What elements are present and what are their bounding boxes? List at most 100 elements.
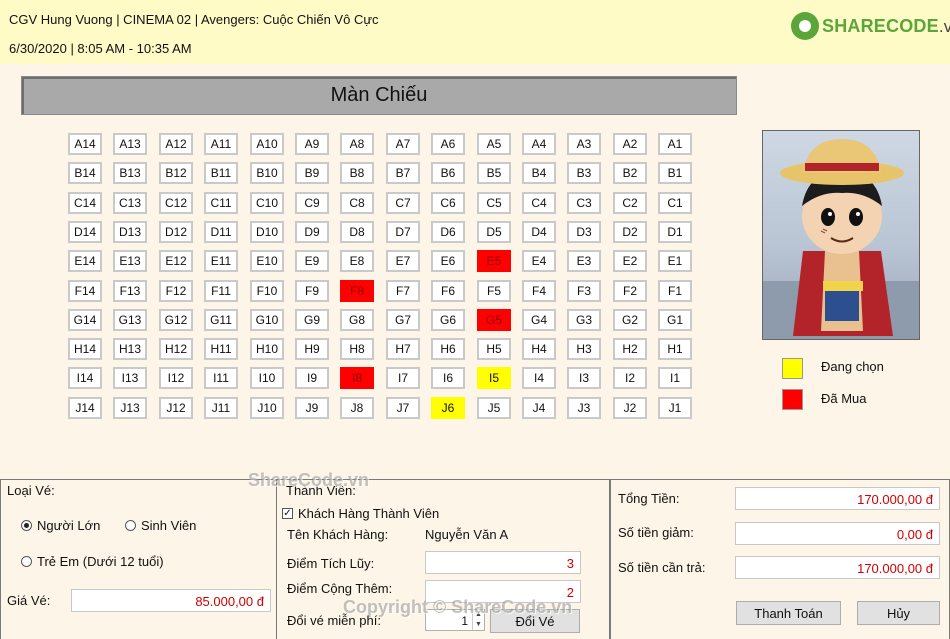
seat-h14[interactable]: H14: [68, 338, 102, 360]
seat-h1[interactable]: H1: [658, 338, 692, 360]
seat-d13[interactable]: D13: [113, 221, 147, 243]
seat-b13[interactable]: B13: [113, 162, 147, 184]
seat-d4[interactable]: D4: [522, 221, 556, 243]
seat-i7[interactable]: I7: [386, 367, 420, 389]
seat-g9[interactable]: G9: [295, 309, 329, 331]
radio-adult[interactable]: [21, 520, 32, 531]
seat-g3[interactable]: G3: [567, 309, 601, 331]
seat-h5[interactable]: H5: [477, 338, 511, 360]
seat-a6[interactable]: A6: [431, 133, 465, 155]
seat-b7[interactable]: B7: [386, 162, 420, 184]
seat-h10[interactable]: H10: [250, 338, 284, 360]
member-checkbox[interactable]: ✓: [282, 508, 293, 519]
seat-h3[interactable]: H3: [567, 338, 601, 360]
seat-i12[interactable]: I12: [159, 367, 193, 389]
seat-b1[interactable]: B1: [658, 162, 692, 184]
seat-f6[interactable]: F6: [431, 280, 465, 302]
seat-g4[interactable]: G4: [522, 309, 556, 331]
seat-f7[interactable]: F7: [386, 280, 420, 302]
seat-g2[interactable]: G2: [613, 309, 647, 331]
seat-c14[interactable]: C14: [68, 192, 102, 214]
amount-due-field[interactable]: 170.000,00 đ: [735, 556, 940, 579]
seat-d8[interactable]: D8: [340, 221, 374, 243]
seat-h12[interactable]: H12: [159, 338, 193, 360]
stepper-arrows-icon[interactable]: ▲ ▼: [472, 610, 484, 630]
seat-j2[interactable]: J2: [613, 397, 647, 419]
seat-i13[interactable]: I13: [113, 367, 147, 389]
seat-e1[interactable]: E1: [658, 250, 692, 272]
radio-child-label[interactable]: Trẻ Em (Dưới 12 tuổi): [37, 554, 164, 569]
seat-d3[interactable]: D3: [567, 221, 601, 243]
seat-g10[interactable]: G10: [250, 309, 284, 331]
seat-a2[interactable]: A2: [613, 133, 647, 155]
seat-i11[interactable]: I11: [204, 367, 238, 389]
discount-field[interactable]: 0,00 đ: [735, 522, 940, 545]
seat-j9[interactable]: J9: [295, 397, 329, 419]
seat-i14[interactable]: I14: [68, 367, 102, 389]
seat-d12[interactable]: D12: [159, 221, 193, 243]
seat-b9[interactable]: B9: [295, 162, 329, 184]
seat-h7[interactable]: H7: [386, 338, 420, 360]
seat-j4[interactable]: J4: [522, 397, 556, 419]
seat-b11[interactable]: B11: [204, 162, 238, 184]
seat-i9[interactable]: I9: [295, 367, 329, 389]
seat-j5[interactable]: J5: [477, 397, 511, 419]
seat-e2[interactable]: E2: [613, 250, 647, 272]
seat-a7[interactable]: A7: [386, 133, 420, 155]
seat-a1[interactable]: A1: [658, 133, 692, 155]
seat-b4[interactable]: B4: [522, 162, 556, 184]
seat-c4[interactable]: C4: [522, 192, 556, 214]
seat-e11[interactable]: E11: [204, 250, 238, 272]
seat-c3[interactable]: C3: [567, 192, 601, 214]
seat-h11[interactable]: H11: [204, 338, 238, 360]
free-ticket-stepper[interactable]: 1 ▲ ▼: [425, 609, 485, 631]
seat-c7[interactable]: C7: [386, 192, 420, 214]
seat-c8[interactable]: C8: [340, 192, 374, 214]
seat-f3[interactable]: F3: [567, 280, 601, 302]
seat-a10[interactable]: A10: [250, 133, 284, 155]
seat-d5[interactable]: D5: [477, 221, 511, 243]
seat-f10[interactable]: F10: [250, 280, 284, 302]
seat-i3[interactable]: I3: [567, 367, 601, 389]
seat-f14[interactable]: F14: [68, 280, 102, 302]
seat-e13[interactable]: E13: [113, 250, 147, 272]
pay-button[interactable]: Thanh Toán: [736, 601, 841, 625]
seat-d14[interactable]: D14: [68, 221, 102, 243]
seat-j11[interactable]: J11: [204, 397, 238, 419]
seat-i10[interactable]: I10: [250, 367, 284, 389]
seat-h13[interactable]: H13: [113, 338, 147, 360]
seat-f13[interactable]: F13: [113, 280, 147, 302]
seat-g13[interactable]: G13: [113, 309, 147, 331]
seat-a4[interactable]: A4: [522, 133, 556, 155]
seat-g11[interactable]: G11: [204, 309, 238, 331]
seat-c12[interactable]: C12: [159, 192, 193, 214]
seat-d7[interactable]: D7: [386, 221, 420, 243]
seat-b3[interactable]: B3: [567, 162, 601, 184]
seat-e10[interactable]: E10: [250, 250, 284, 272]
seat-b14[interactable]: B14: [68, 162, 102, 184]
seat-h2[interactable]: H2: [613, 338, 647, 360]
radio-child[interactable]: [21, 556, 32, 567]
points-field[interactable]: 3: [425, 551, 581, 574]
seat-i2[interactable]: I2: [613, 367, 647, 389]
seat-e4[interactable]: E4: [522, 250, 556, 272]
seat-c10[interactable]: C10: [250, 192, 284, 214]
seat-f12[interactable]: F12: [159, 280, 193, 302]
seat-h6[interactable]: H6: [431, 338, 465, 360]
seat-f11[interactable]: F11: [204, 280, 238, 302]
seat-j3[interactable]: J3: [567, 397, 601, 419]
seat-f9[interactable]: F9: [295, 280, 329, 302]
seat-d6[interactable]: D6: [431, 221, 465, 243]
seat-a5[interactable]: A5: [477, 133, 511, 155]
seat-a12[interactable]: A12: [159, 133, 193, 155]
seat-a13[interactable]: A13: [113, 133, 147, 155]
seat-f5[interactable]: F5: [477, 280, 511, 302]
seat-d9[interactable]: D9: [295, 221, 329, 243]
seat-a11[interactable]: A11: [204, 133, 238, 155]
seat-b10[interactable]: B10: [250, 162, 284, 184]
seat-a3[interactable]: A3: [567, 133, 601, 155]
seat-g7[interactable]: G7: [386, 309, 420, 331]
bonus-points-field[interactable]: 2: [425, 580, 581, 603]
seat-c5[interactable]: C5: [477, 192, 511, 214]
seat-h4[interactable]: H4: [522, 338, 556, 360]
